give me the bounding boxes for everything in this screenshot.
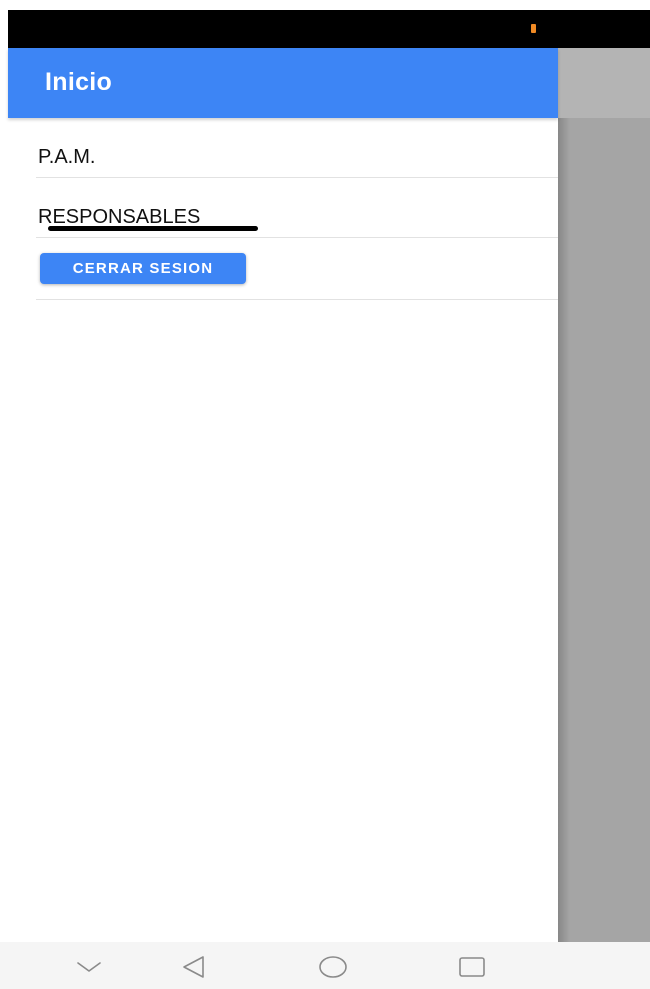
drawer-title: Inicio — [45, 68, 113, 96]
menu-item-label: P.A.M. — [38, 146, 96, 168]
battery-icon — [531, 24, 536, 33]
left-margin — [0, 0, 8, 989]
recents-button[interactable] — [452, 952, 492, 982]
dimmed-app-header — [558, 48, 650, 118]
logout-row: CERRAR SESION — [36, 238, 558, 300]
logout-button[interactable]: CERRAR SESION — [40, 253, 246, 284]
back-triangle-icon — [183, 956, 204, 978]
system-navigation-bar — [0, 942, 650, 989]
drawer-header: Inicio — [8, 48, 558, 118]
status-bar — [8, 10, 650, 48]
drawer-shadow — [558, 118, 570, 942]
back-button[interactable] — [174, 952, 214, 982]
top-margin — [0, 0, 650, 10]
navigation-drawer: Inicio P.A.M. RESPONSABLES CERRAR SESION — [8, 48, 558, 942]
handwritten-underline — [48, 226, 258, 231]
home-circle-icon — [319, 956, 347, 978]
drawer-menu-list: P.A.M. RESPONSABLES CERRAR SESION — [36, 118, 558, 300]
recents-square-icon — [459, 957, 485, 977]
menu-item-pam[interactable]: P.A.M. — [36, 118, 558, 178]
phone-screen: Inicio P.A.M. RESPONSABLES CERRAR SESION — [0, 0, 650, 989]
drawer-scrim[interactable] — [558, 48, 650, 942]
hide-keyboard-button[interactable] — [69, 952, 109, 982]
menu-item-responsables[interactable]: RESPONSABLES — [36, 178, 558, 238]
home-button[interactable] — [313, 952, 353, 982]
chevron-down-icon — [77, 962, 101, 972]
